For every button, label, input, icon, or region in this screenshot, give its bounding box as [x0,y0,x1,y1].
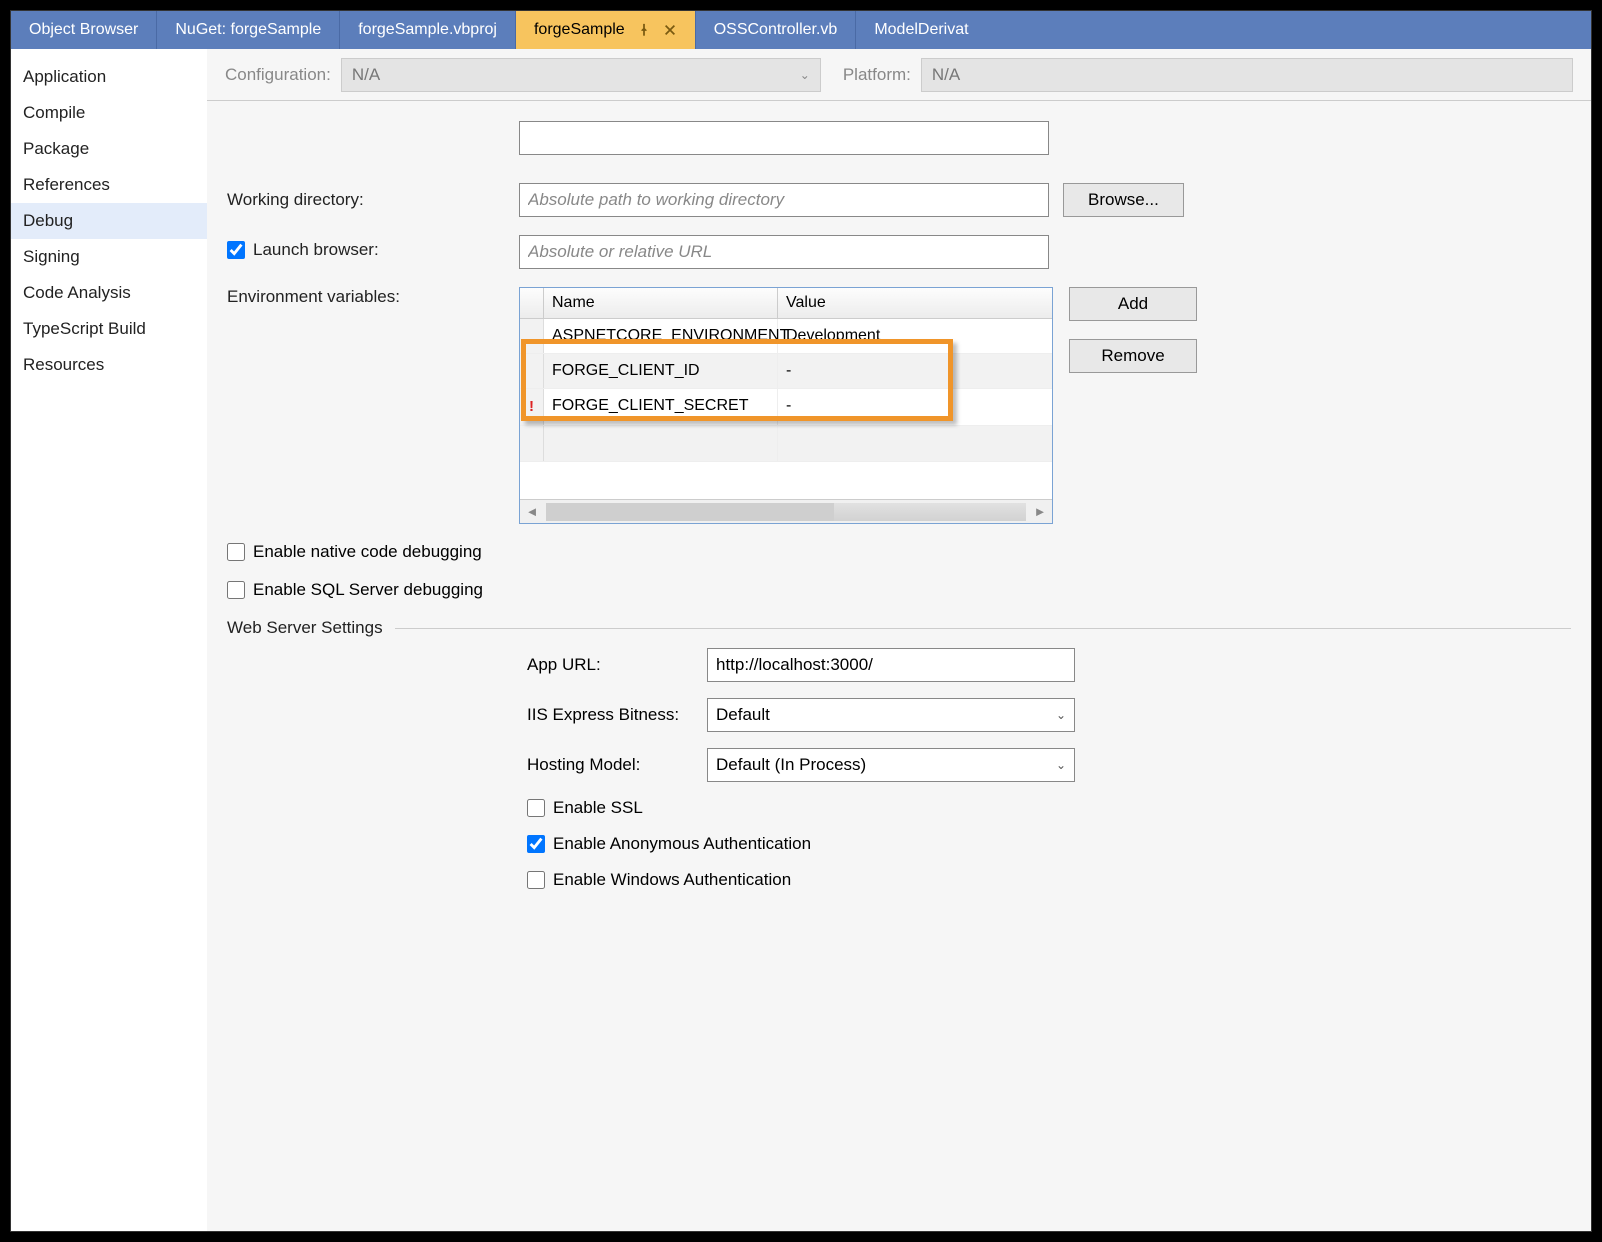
env-row-empty[interactable] [520,426,1052,462]
tab-forgesample-vbproj[interactable]: forgeSample.vbproj [340,11,516,49]
hosting-model-value: Default (In Process) [716,755,866,775]
enable-anon-check-input[interactable] [527,835,545,853]
debug-settings-panel: Configuration: N/A ⌄ Platform: N/A [207,49,1591,1231]
env-row[interactable]: ASPNETCORE_ENVIRONMENT Development [520,319,1052,354]
environment-variables-grid[interactable]: Name Value ASPNETCORE_ENVIRONMENT Develo… [519,287,1053,524]
env-row-gutter [520,354,544,388]
sidebar-item-resources[interactable]: Resources [11,347,207,383]
enable-anon-label: Enable Anonymous Authentication [553,834,811,854]
add-button[interactable]: Add [1069,287,1197,321]
working-directory-input[interactable] [519,183,1049,217]
tab-label: forgeSample.vbproj [358,21,497,39]
scroll-track[interactable] [546,503,1026,521]
env-cell-value[interactable]: - [778,354,1052,388]
tab-object-browser[interactable]: Object Browser [11,11,157,49]
properties-sidebar: Application Compile Package References D… [11,49,207,1231]
enable-native-check-input[interactable] [227,543,245,561]
launch-browser-url-input[interactable] [519,235,1049,269]
hosting-model-select[interactable]: Default (In Process) ⌄ [707,748,1075,782]
configuration-value: N/A [352,65,380,85]
working-directory-label: Working directory: [227,190,519,210]
env-header-value[interactable]: Value [778,288,1052,318]
sidebar-item-package[interactable]: Package [11,131,207,167]
enable-sql-debugging-checkbox[interactable]: Enable SQL Server debugging [227,580,483,600]
tab-label: forgeSample [534,21,625,39]
launch-browser-checkbox[interactable]: Launch browser: [227,240,379,260]
app-window: Object Browser NuGet: forgeSample forgeS… [10,10,1592,1232]
env-cell-name[interactable]: FORGE_CLIENT_SECRET [544,389,778,425]
env-row[interactable]: FORGE_CLIENT_ID - [520,354,1052,389]
scroll-right-icon[interactable]: ► [1028,504,1052,519]
scroll-left-icon[interactable]: ◄ [520,504,544,519]
enable-win-check-input[interactable] [527,871,545,889]
env-cell-value[interactable]: - [778,389,1052,425]
enable-ssl-check-input[interactable] [527,799,545,817]
iis-bitness-label: IIS Express Bitness: [527,705,707,725]
sidebar-item-application[interactable]: Application [11,59,207,95]
sidebar-item-compile[interactable]: Compile [11,95,207,131]
tab-label: OSSController.vb [714,21,838,39]
app-url-label: App URL: [527,655,707,675]
env-row-gutter [520,319,544,353]
arguments-input[interactable] [519,121,1049,155]
enable-ssl-label: Enable SSL [553,798,643,818]
document-tabbar: Object Browser NuGet: forgeSample forgeS… [11,11,1591,49]
chevron-down-icon: ⌄ [1056,708,1066,722]
tab-label: NuGet: forgeSample [175,21,321,39]
platform-label: Platform: [843,65,911,85]
tab-forgesample[interactable]: forgeSample [516,11,696,49]
platform-value: N/A [932,65,960,85]
tab-label: Object Browser [29,21,138,39]
web-server-settings-header: Web Server Settings [227,618,1571,638]
chevron-down-icon: ⌄ [1056,758,1066,772]
iis-bitness-value: Default [716,705,770,725]
launch-browser-check-input[interactable] [227,241,245,259]
configuration-label: Configuration: [225,65,331,85]
enable-native-label: Enable native code debugging [253,542,482,562]
sidebar-item-typescript-build[interactable]: TypeScript Build [11,311,207,347]
env-header-name[interactable]: Name [544,288,778,318]
app-url-input[interactable] [707,648,1075,682]
tab-modelderivat[interactable]: ModelDerivat [856,11,986,49]
browse-button[interactable]: Browse... [1063,183,1184,217]
env-grid-header: Name Value [520,288,1052,319]
enable-sql-label: Enable SQL Server debugging [253,580,483,600]
pin-icon[interactable] [637,23,651,37]
enable-ssl-checkbox[interactable]: Enable SSL [527,798,643,818]
tab-label: ModelDerivat [874,21,968,39]
chevron-down-icon: ⌄ [800,68,810,82]
env-row[interactable]: ! FORGE_CLIENT_SECRET - [520,389,1052,426]
enable-native-debugging-checkbox[interactable]: Enable native code debugging [227,542,482,562]
sidebar-item-references[interactable]: References [11,167,207,203]
sidebar-item-debug[interactable]: Debug [11,203,207,239]
enable-windows-auth-checkbox[interactable]: Enable Windows Authentication [527,870,791,890]
enable-anonymous-auth-checkbox[interactable]: Enable Anonymous Authentication [527,834,811,854]
platform-select[interactable]: N/A [921,58,1573,92]
close-icon[interactable] [663,23,677,37]
env-cell-name[interactable]: FORGE_CLIENT_ID [544,354,778,388]
remove-button[interactable]: Remove [1069,339,1197,373]
env-horizontal-scrollbar[interactable]: ◄ ► [520,499,1052,523]
error-icon: ! [520,389,544,425]
iis-bitness-select[interactable]: Default ⌄ [707,698,1075,732]
sidebar-item-signing[interactable]: Signing [11,239,207,275]
enable-sql-check-input[interactable] [227,581,245,599]
configuration-bar: Configuration: N/A ⌄ Platform: N/A [207,49,1591,101]
hosting-model-label: Hosting Model: [527,755,707,775]
tab-nuget-forgesample[interactable]: NuGet: forgeSample [157,11,340,49]
enable-win-label: Enable Windows Authentication [553,870,791,890]
tab-osscontroller-vb[interactable]: OSSController.vb [696,11,857,49]
env-cell-name[interactable]: ASPNETCORE_ENVIRONMENT [544,319,778,353]
env-cell-value[interactable]: Development [778,319,1052,353]
launch-browser-label: Launch browser: [253,240,379,260]
configuration-select[interactable]: N/A ⌄ [341,58,821,92]
environment-variables-label: Environment variables: [227,287,519,307]
sidebar-item-code-analysis[interactable]: Code Analysis [11,275,207,311]
